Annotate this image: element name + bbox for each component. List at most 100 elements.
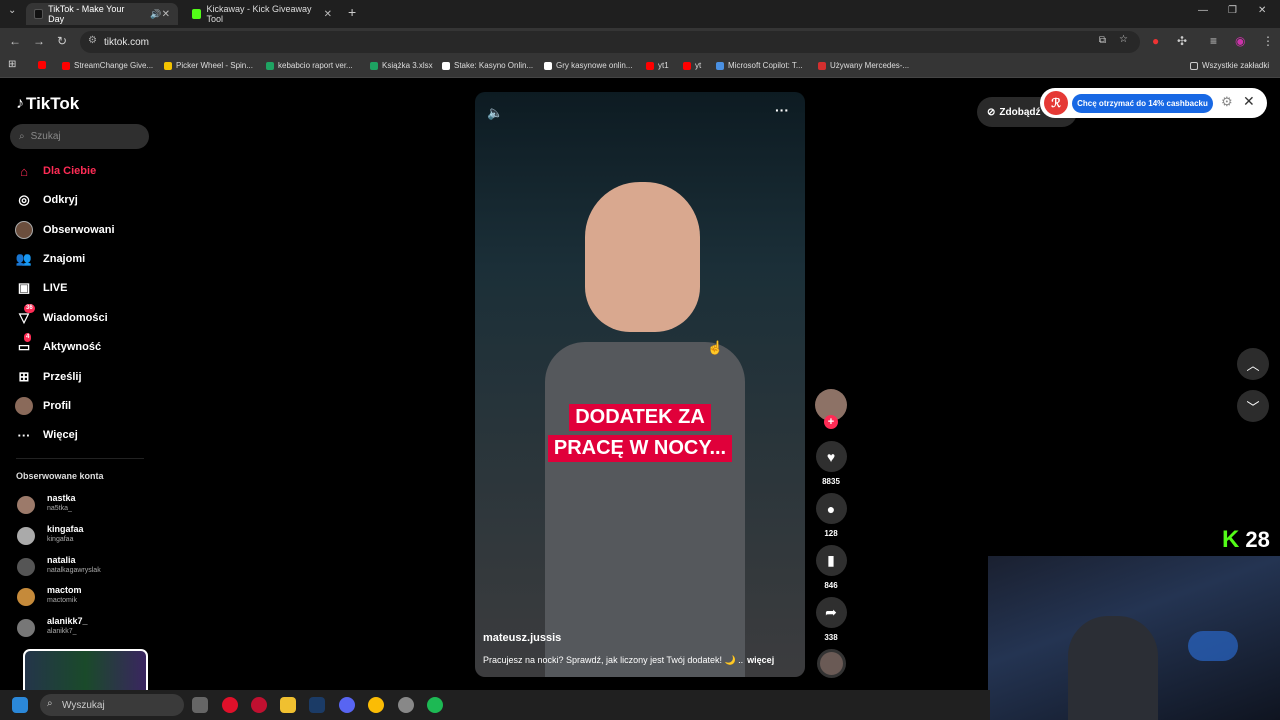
like-button[interactable]: ♥ 8835	[815, 441, 847, 486]
sound-disc-button[interactable]	[815, 649, 847, 678]
nav-explore[interactable]: ◎ Odkryj	[14, 189, 78, 211]
bookmark-label: StreamChange Give...	[74, 61, 154, 70]
bookmark-star-icon[interactable]: ☆	[1119, 34, 1128, 45]
all-bookmarks-button[interactable]: Wszystkie zakładki	[1190, 61, 1269, 70]
kick-favicon-icon	[192, 9, 202, 19]
spotify-icon[interactable]	[427, 697, 443, 713]
bookmark-label: Książka 3.xlsx	[382, 61, 433, 70]
background-light	[1188, 631, 1238, 661]
audio-icon[interactable]: 🔊	[150, 9, 161, 20]
profile-avatar-icon[interactable]: ◉	[1235, 34, 1245, 48]
back-icon[interactable]: ←	[9, 34, 21, 48]
bookmark-item[interactable]: Microsoft Copilot: T...	[716, 61, 803, 70]
minimize-icon[interactable]: —	[1198, 5, 1208, 16]
bookmark-item[interactable]: yt1	[646, 61, 669, 70]
close-tab-icon[interactable]: ✕	[324, 9, 332, 20]
bookmark-item[interactable]: Książka 3.xlsx	[370, 61, 433, 70]
extension-icon[interactable]: ●	[1152, 34, 1159, 48]
bookmark-item[interactable]: Picker Wheel - Spin...	[164, 61, 253, 70]
media-control-icon[interactable]: ≡	[1210, 34, 1217, 48]
nav-friends[interactable]: 👥 Znajomi	[14, 248, 85, 270]
nav-activity[interactable]: ▭ 4 Aktywność	[14, 333, 101, 358]
followed-account[interactable]: alanikk7_ alanikk7_	[17, 616, 147, 640]
followed-account[interactable]: natalia natalkagawryslak	[17, 555, 147, 579]
steam-icon[interactable]	[309, 697, 325, 713]
tab-title: TikTok - Make Your Day	[48, 4, 125, 24]
reload-icon[interactable]: ↻	[57, 34, 67, 48]
messages-badge: 36	[24, 304, 35, 313]
close-tab-icon[interactable]: ✕	[162, 9, 170, 20]
more-icon: ···	[17, 427, 31, 443]
site-info-icon[interactable]: ⚙	[88, 35, 97, 46]
bookmark-item[interactable]: Stake: Kasyno Onlin...	[442, 61, 533, 70]
menu-icon[interactable]: ⋮	[1262, 34, 1274, 48]
activity-icon: ▭ 4	[17, 333, 32, 354]
tab-kickaway[interactable]: Kickaway - Kick Giveaway Tool ✕	[184, 3, 340, 25]
nav-following[interactable]: Obserwowani	[14, 219, 115, 241]
search-icon: ⌕	[19, 131, 25, 142]
windows-start-icon[interactable]	[12, 697, 28, 713]
video-options-icon[interactable]: ···	[775, 102, 789, 118]
nav-upload[interactable]: ⊞ Prześlij	[14, 366, 82, 388]
volume-icon[interactable]: 🔈	[487, 105, 503, 121]
followed-account[interactable]: nastka na5tka_	[17, 493, 147, 517]
tab-search-icon[interactable]: ⌄	[8, 5, 16, 16]
followed-account[interactable]: kingafaa kingafaa	[17, 524, 147, 548]
extensions-puzzle-icon[interactable]: ✣	[1177, 34, 1187, 48]
app-icon[interactable]	[398, 697, 414, 713]
task-view-icon[interactable]	[192, 697, 208, 713]
url-input[interactable]: ⚙ tiktok.com ⧉ ☆	[80, 31, 1140, 53]
search-input[interactable]: ⌕ Szukaj	[10, 124, 149, 149]
apps-icon[interactable]: ⊞	[8, 59, 16, 70]
follow-plus-icon[interactable]: +	[824, 415, 838, 429]
taskbar-search-placeholder: Wyszukaj	[62, 699, 105, 711]
nav-label: LIVE	[43, 282, 68, 294]
video-player[interactable]: 🔈 ··· DODATEK ZA PRACĘ W NOCY... mateusz…	[475, 92, 805, 677]
install-icon[interactable]: ⧉	[1099, 35, 1106, 46]
bookmark-favicon-icon	[818, 61, 826, 70]
previous-video-button[interactable]: ︿	[1237, 348, 1269, 380]
followed-account[interactable]: mactom mactomik	[17, 585, 147, 609]
nav-profile[interactable]: Profil	[14, 395, 71, 417]
bookmark-label: Microsoft Copilot: T...	[728, 61, 803, 70]
avatar	[17, 588, 35, 606]
close-window-icon[interactable]: ✕	[1258, 5, 1266, 16]
maximize-icon[interactable]: ❐	[1228, 5, 1237, 16]
all-bookmarks-label: Wszystkie zakładki	[1202, 61, 1270, 70]
nav-live[interactable]: ▣ LIVE	[14, 277, 68, 299]
nav-more[interactable]: ··· Więcej	[14, 424, 78, 446]
bookmark-item[interactable]: Gry kasynowe onlin...	[544, 61, 632, 70]
chrome-icon[interactable]	[368, 697, 384, 713]
video-author[interactable]: mateusz.jussis	[483, 632, 561, 644]
bookmark-item[interactable]: yt	[683, 61, 701, 70]
settings-gear-icon[interactable]: ⚙	[1221, 94, 1233, 110]
caption-line: DODATEK ZA	[569, 404, 711, 431]
bookmark-item[interactable]: StreamChange Give...	[62, 61, 153, 70]
more-link[interactable]: więcej	[747, 655, 774, 665]
opera-icon[interactable]	[222, 697, 238, 713]
author-avatar-button[interactable]: +	[815, 389, 847, 429]
close-icon[interactable]: ✕	[1243, 93, 1255, 110]
opera-gx-icon[interactable]	[251, 697, 267, 713]
taskbar-search-input[interactable]: ⌕ Wyszukaj	[40, 694, 184, 716]
discord-icon[interactable]	[339, 697, 355, 713]
cashback-button[interactable]: Chcę otrzymać do 14% cashbacku	[1072, 94, 1213, 113]
bookmarks-bar: ⊞ StreamChange Give... Picker Wheel - Sp…	[0, 56, 1280, 78]
tiktok-logo[interactable]: ♪ TikTok	[16, 94, 79, 114]
bookmark-favicon-icon	[442, 61, 450, 70]
bookmark-item[interactable]: kebabcio raport ver...	[266, 61, 353, 70]
new-tab-button[interactable]: +	[348, 4, 356, 20]
share-button[interactable]: ➦ 338	[815, 597, 847, 642]
nav-messages[interactable]: ▽ 36 Wiadomości	[14, 304, 108, 329]
file-explorer-icon[interactable]	[280, 697, 296, 713]
nav-for-you[interactable]: ⌂ Dla Ciebie	[14, 160, 96, 182]
bookmark-yt[interactable]	[38, 61, 50, 69]
tab-tiktok[interactable]: TikTok - Make Your Day 🔊 ✕	[26, 3, 178, 25]
forward-icon[interactable]: →	[33, 34, 45, 48]
bookmark-favicon-icon	[62, 61, 70, 70]
bookmark-label: yt1	[658, 61, 669, 70]
next-video-button[interactable]: ﹀	[1237, 390, 1269, 422]
bookmark-item[interactable]: Używany Mercedes-...	[818, 61, 909, 70]
save-button[interactable]: ▮ 846	[815, 545, 847, 590]
comment-button[interactable]: ● 128	[815, 493, 847, 538]
